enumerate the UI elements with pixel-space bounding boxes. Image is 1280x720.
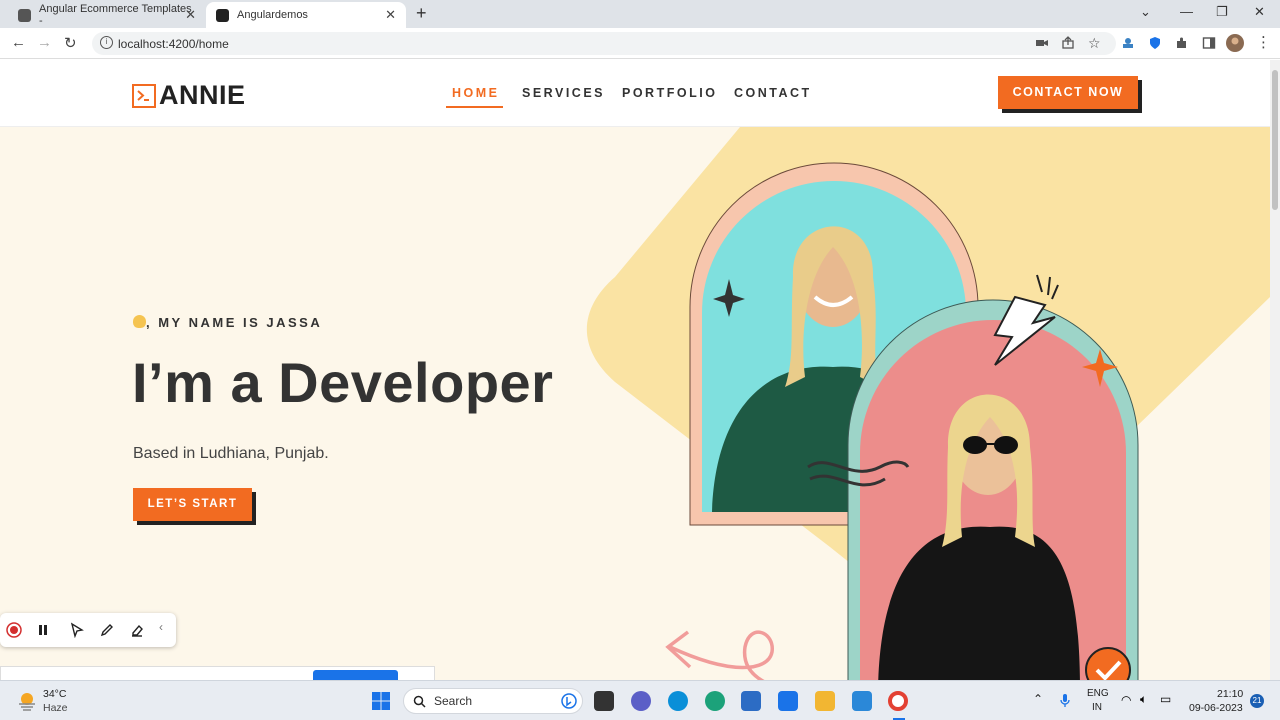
eraser-tool-icon[interactable] <box>129 622 145 638</box>
tray-overflow-chevron-icon[interactable]: ⌃ <box>1033 692 1043 706</box>
browser-toolbar: ← → ↻ i localhost:4200/home ☆ ⋮ <box>0 28 1280 59</box>
logo-text: ANNIE <box>159 80 246 110</box>
site-info-icon[interactable]: i <box>100 36 113 49</box>
maximize-icon[interactable]: ❐ <box>1216 4 1228 20</box>
volume-icon[interactable]: 🔈︎ <box>1140 692 1147 707</box>
puzzle-extensions-icon[interactable] <box>1175 36 1189 50</box>
new-tab-button[interactable]: + <box>416 3 427 24</box>
bing-icon[interactable] <box>561 693 577 709</box>
weather-description: Haze <box>43 702 68 714</box>
language-indicator-line2[interactable]: IN <box>1092 702 1102 713</box>
microphone-icon[interactable] <box>1059 693 1071 709</box>
nav-services[interactable]: SERVICES <box>522 86 605 100</box>
hidden-panel-button[interactable] <box>313 670 398 680</box>
skype-icon[interactable] <box>668 691 688 711</box>
collapse-chevron-icon[interactable]: ‹ <box>159 620 175 636</box>
mail-icon[interactable] <box>778 691 798 711</box>
contact-now-button[interactable]: CONTACT NOW <box>998 76 1138 109</box>
reload-icon[interactable]: ↻ <box>64 34 77 52</box>
search-icon <box>413 695 426 708</box>
browser-tab-bar: Angular Ecommerce Templates - ✕ Angulard… <box>0 0 1280 28</box>
camera-icon[interactable] <box>1035 36 1049 50</box>
close-tab-icon[interactable]: ✕ <box>385 7 396 23</box>
tab-title: Angulardemos <box>237 9 308 21</box>
windows-taskbar: 34°C Haze Search ⌃ ENG IN ◠ 🔈︎ ▭ 21:10 0… <box>0 680 1280 720</box>
url-text: localhost:4200/home <box>118 36 229 51</box>
nav-contact[interactable]: CONTACT <box>734 86 812 100</box>
clock-time[interactable]: 21:10 <box>1217 688 1243 700</box>
language-indicator-line1[interactable]: ENG <box>1087 688 1109 699</box>
screen-recorder-toolbar: ‹ <box>0 613 176 647</box>
pointer-tool-icon[interactable] <box>69 622 85 638</box>
profile-avatar[interactable] <box>1226 34 1244 52</box>
tab-angular-ecommerce[interactable]: Angular Ecommerce Templates - ✕ <box>8 2 206 28</box>
site-logo[interactable]: ANNIE <box>132 80 246 111</box>
chrome-menu-icon[interactable]: ⋮ <box>1256 33 1271 51</box>
address-bar[interactable]: i localhost:4200/home <box>92 32 1116 55</box>
back-icon[interactable]: ← <box>11 34 26 51</box>
shield-extension-icon[interactable] <box>1148 36 1162 50</box>
taskbar-search[interactable]: Search <box>403 688 583 714</box>
hero-headline: I’m a Developer <box>132 351 554 414</box>
side-panel-icon[interactable] <box>1202 36 1216 50</box>
teams-chat-icon[interactable] <box>631 691 651 711</box>
record-stop-icon[interactable] <box>6 622 22 638</box>
windows-start-icon[interactable] <box>371 691 391 711</box>
vscode-icon[interactable] <box>852 691 872 711</box>
pen-tool-icon[interactable] <box>99 622 115 638</box>
page-scrollbar[interactable] <box>1270 60 1280 680</box>
site-header: ANNIE HOME SERVICES PORTFOLIO CONTACT CO… <box>0 60 1270 127</box>
microsoft-store-icon[interactable] <box>741 691 761 711</box>
nav-active-underline <box>446 106 503 108</box>
forward-icon[interactable]: → <box>37 34 52 51</box>
tab-title: Angular Ecommerce Templates - <box>39 3 192 27</box>
angular-favicon-icon <box>216 8 229 22</box>
battery-icon[interactable]: ▭ <box>1160 692 1171 706</box>
task-view-icon[interactable] <box>594 691 614 711</box>
minimize-icon[interactable]: — <box>1180 4 1193 19</box>
arrow-squiggle-decoration <box>669 630 774 680</box>
waving-hand-icon <box>133 315 146 328</box>
bookmark-star-icon[interactable]: ☆ <box>1088 35 1101 52</box>
scrollbar-thumb[interactable] <box>1272 70 1278 210</box>
edge-icon[interactable] <box>705 691 725 711</box>
tab-angulardemos[interactable]: Angulardemos ✕ <box>206 2 406 28</box>
nav-home[interactable]: HOME <box>452 86 500 100</box>
weather-temperature: 34°C <box>43 688 67 700</box>
tab-search-chevron-icon[interactable]: ⌄ <box>1140 4 1151 20</box>
nav-portfolio[interactable]: PORTFOLIO <box>622 86 717 100</box>
github-favicon-icon <box>18 8 31 22</box>
close-tab-icon[interactable]: ✕ <box>185 7 196 23</box>
hero-location: Based in Ludhiana, Punjab. <box>133 445 329 462</box>
notification-badge[interactable]: 21 <box>1250 694 1264 708</box>
file-explorer-icon[interactable] <box>815 691 835 711</box>
search-label: Search <box>434 694 473 708</box>
chrome-icon[interactable] <box>888 691 908 711</box>
terminal-logo-icon <box>132 83 156 108</box>
lets-start-button[interactable]: LET’S START <box>133 488 252 521</box>
pause-icon[interactable] <box>35 622 51 638</box>
hero-greeting: , MY NAME IS JASSA <box>133 315 322 330</box>
close-window-icon[interactable]: ✕ <box>1254 4 1265 20</box>
weather-haze-icon[interactable] <box>16 690 38 712</box>
extension-download-icon[interactable] <box>1121 36 1135 50</box>
page-viewport: ANNIE HOME SERVICES PORTFOLIO CONTACT CO… <box>0 60 1270 680</box>
share-icon[interactable] <box>1061 36 1075 50</box>
clock-date[interactable]: 09-06-2023 <box>1189 702 1243 714</box>
wifi-icon[interactable]: ◠ <box>1121 693 1131 707</box>
